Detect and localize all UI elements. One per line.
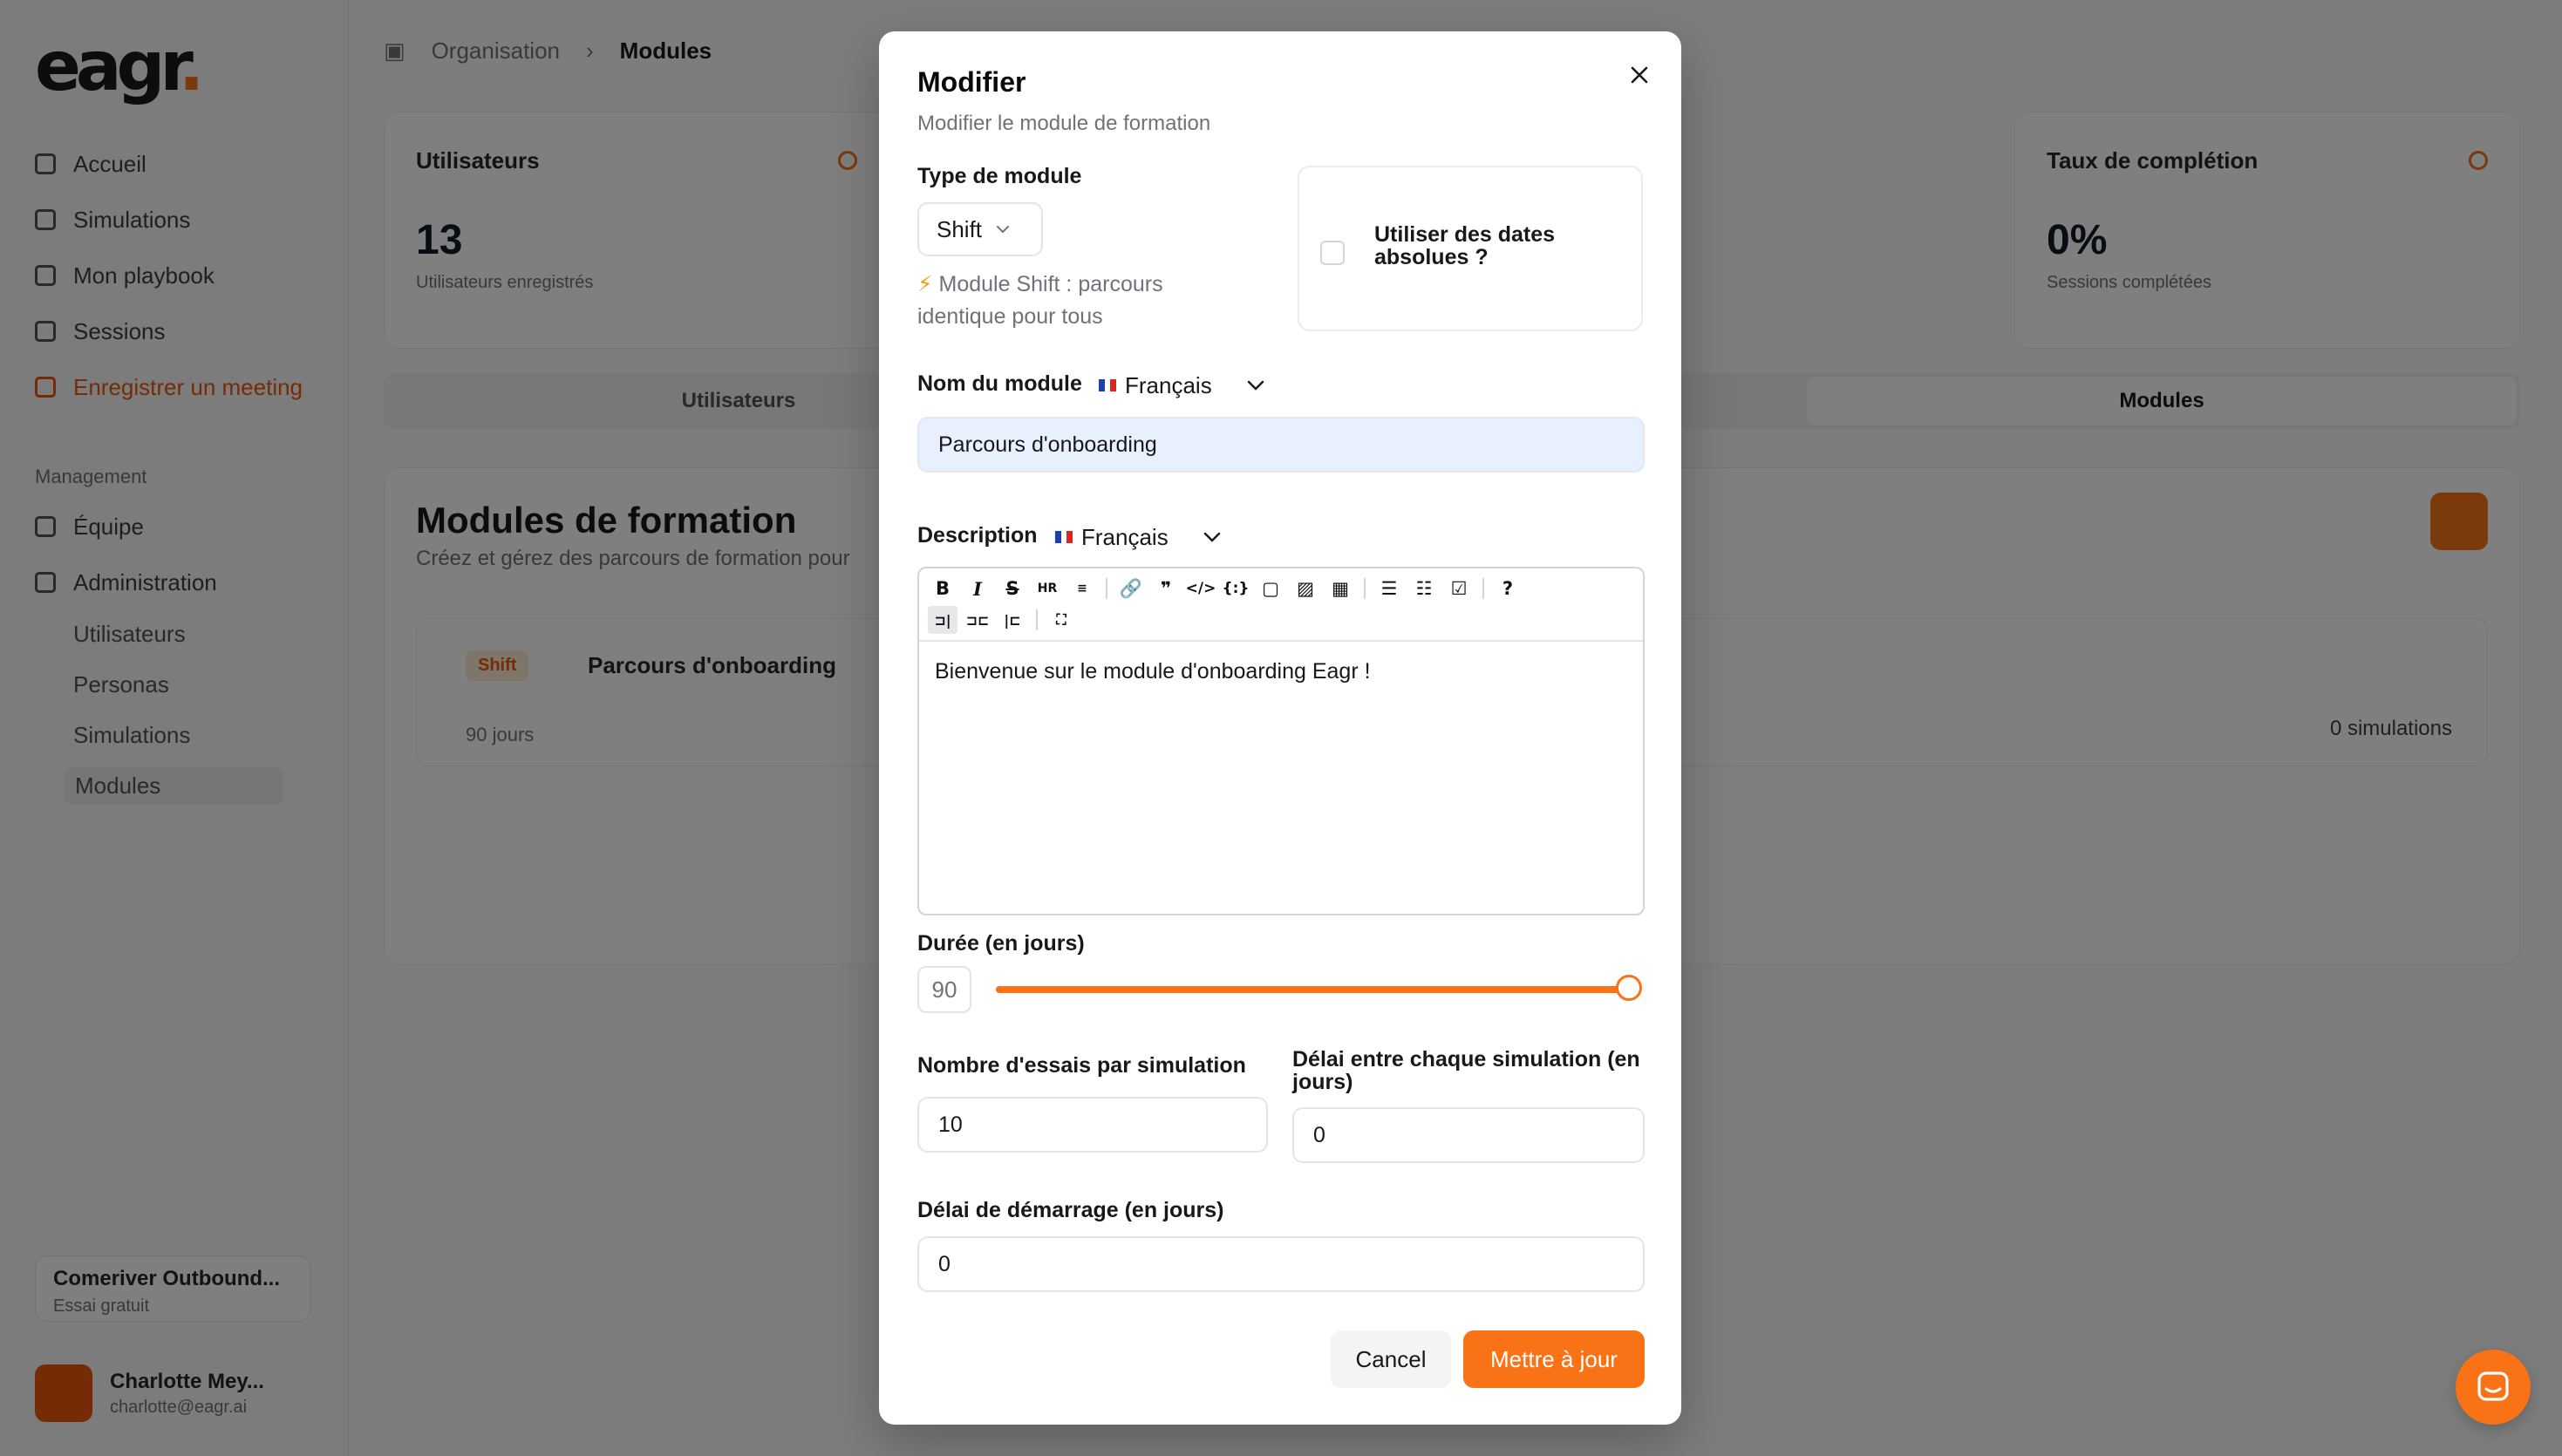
- name-language-select[interactable]: Français: [1099, 366, 1264, 405]
- close-button[interactable]: [1622, 58, 1657, 92]
- description-language-select[interactable]: Français: [1055, 518, 1221, 556]
- chevron-down-icon: [997, 226, 1010, 234]
- module-name-input[interactable]: Parcours d'onboarding: [917, 417, 1645, 473]
- description-label: Description: [917, 523, 1038, 548]
- edit-mode-icon[interactable]: ⊐|: [928, 606, 957, 634]
- module-type-hint: ⚡ Module Shift : parcours identique pour…: [917, 272, 1163, 329]
- help-icon[interactable]: ?: [1493, 575, 1523, 602]
- chat-icon: [2477, 1371, 2509, 1401]
- attempts-label: Nombre d'essais par simulation: [917, 1053, 1246, 1078]
- quote-icon[interactable]: ❞: [1151, 575, 1181, 602]
- chevron-down-icon: [1247, 380, 1264, 391]
- editor-toolbar: B I S HR ≡ 🔗 ❞ </> {:} ▢ ▨ ▦ ☰ ☷ ☑ ? ⊐| …: [919, 568, 1643, 642]
- absolute-dates-checkbox[interactable]: [1320, 241, 1345, 265]
- description-textarea[interactable]: Bienvenue sur le module d'onboarding Eag…: [935, 659, 1371, 684]
- delay-label: Délai entre chaque simulation (en jours): [1292, 1047, 1640, 1094]
- comment-icon[interactable]: ▢: [1256, 575, 1285, 602]
- bullet-list-icon[interactable]: ☰: [1374, 575, 1404, 602]
- module-type-select[interactable]: Shift: [917, 202, 1043, 256]
- french-flag-icon: [1099, 379, 1117, 391]
- attempts-input[interactable]: 10: [917, 1097, 1268, 1153]
- delay-input[interactable]: 0: [1292, 1107, 1645, 1163]
- chat-support-button[interactable]: [2456, 1350, 2531, 1425]
- slider-thumb[interactable]: [1616, 975, 1642, 1001]
- edit-module-dialog: Modifier Modifier le module de formation…: [879, 31, 1681, 1425]
- link-icon[interactable]: 🔗: [1116, 575, 1146, 602]
- module-name-label: Nom du module: [917, 371, 1082, 396]
- hr-icon[interactable]: ≡: [1067, 575, 1097, 602]
- duration-value: 90: [917, 966, 971, 1013]
- update-button[interactable]: Mettre à jour: [1463, 1330, 1645, 1388]
- absolute-dates-card: Utiliser des dates absolues ?: [1298, 166, 1643, 331]
- cancel-button[interactable]: Cancel: [1331, 1330, 1451, 1388]
- chevron-down-icon: [1203, 532, 1220, 542]
- start-delay-input[interactable]: 0: [917, 1236, 1645, 1292]
- italic-icon[interactable]: I: [963, 575, 992, 602]
- slider-fill: [996, 986, 1629, 993]
- heading-icon[interactable]: HR: [1032, 575, 1062, 602]
- dialog-title: Modifier: [917, 66, 1026, 98]
- start-delay-label: Délai de démarrage (en jours): [917, 1198, 1224, 1222]
- code-icon[interactable]: </>: [1186, 575, 1216, 602]
- ordered-list-icon[interactable]: ☷: [1409, 575, 1439, 602]
- image-icon[interactable]: ▨: [1291, 575, 1320, 602]
- markdown-editor: B I S HR ≡ 🔗 ❞ </> {:} ▢ ▨ ▦ ☰ ☷ ☑ ? ⊐| …: [917, 567, 1645, 915]
- lightning-icon: ⚡: [917, 272, 933, 296]
- fullscreen-icon[interactable]: ⛶: [1046, 606, 1076, 634]
- task-list-icon[interactable]: ☑: [1444, 575, 1474, 602]
- split-mode-icon[interactable]: ⊐⊏: [963, 606, 992, 634]
- strikethrough-icon[interactable]: S: [998, 575, 1027, 602]
- bold-icon[interactable]: B: [928, 575, 957, 602]
- french-flag-icon: [1055, 531, 1073, 543]
- module-type-label: Type de module: [917, 164, 1082, 188]
- preview-mode-icon[interactable]: |⊏: [998, 606, 1027, 634]
- duration-label: Durée (en jours): [917, 931, 1085, 956]
- table-icon[interactable]: ▦: [1325, 575, 1355, 602]
- dialog-description: Modifier le module de formation: [917, 112, 1211, 135]
- close-icon: [1631, 66, 1648, 84]
- duration-slider[interactable]: [996, 975, 1642, 1001]
- absolute-dates-label[interactable]: Utiliser des dates absolues ?: [1374, 223, 1618, 269]
- code-block-icon[interactable]: {:}: [1221, 575, 1250, 602]
